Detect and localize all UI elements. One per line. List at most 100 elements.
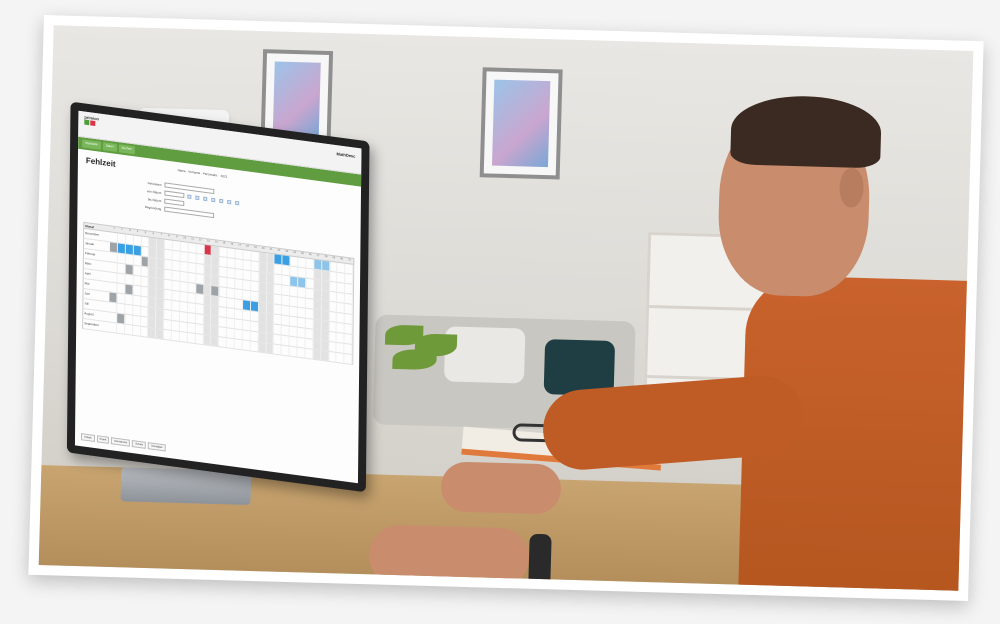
- grid-cell[interactable]: [117, 293, 126, 304]
- grid-cell[interactable]: [274, 254, 283, 265]
- grid-cell[interactable]: [227, 298, 236, 309]
- grid-cell[interactable]: [156, 288, 165, 299]
- grid-cell[interactable]: [305, 328, 314, 339]
- grid-cell[interactable]: [320, 350, 329, 361]
- grid-cell[interactable]: [329, 291, 338, 302]
- grid-cell[interactable]: [180, 261, 189, 272]
- grid-cell[interactable]: [140, 326, 149, 337]
- grid-cell[interactable]: [337, 262, 346, 273]
- grid-cell[interactable]: [258, 312, 267, 323]
- grid-cell[interactable]: [258, 272, 267, 283]
- grid-cell[interactable]: [211, 316, 220, 327]
- grid-cell[interactable]: [195, 293, 204, 305]
- grid-cell[interactable]: [321, 300, 330, 311]
- grid-cell[interactable]: [156, 258, 165, 269]
- grid-cell[interactable]: [234, 339, 243, 350]
- grid-cell[interactable]: [195, 283, 204, 295]
- grid-cell[interactable]: [266, 343, 274, 354]
- bis-datum-input[interactable]: [164, 198, 185, 207]
- grid-cell[interactable]: [297, 347, 306, 358]
- grid-cell[interactable]: [148, 297, 157, 308]
- grid-cell[interactable]: [196, 273, 204, 285]
- grid-cell[interactable]: [226, 338, 235, 349]
- grid-cell[interactable]: [328, 341, 337, 352]
- grid-cell[interactable]: [211, 306, 220, 317]
- nav-daten[interactable]: Daten: [102, 142, 117, 152]
- grid-cell[interactable]: [250, 301, 259, 312]
- grid-cell[interactable]: [274, 274, 283, 285]
- grid-cell[interactable]: [187, 322, 196, 334]
- grid-cell[interactable]: [266, 303, 275, 314]
- grid-cell[interactable]: [298, 257, 307, 268]
- grid-cell[interactable]: [321, 330, 330, 341]
- grid-cell[interactable]: [179, 321, 188, 333]
- grid-cell[interactable]: [133, 285, 141, 296]
- grid-cell[interactable]: [336, 332, 345, 343]
- grid-cell[interactable]: [250, 281, 259, 292]
- grid-cell[interactable]: [345, 293, 354, 304]
- grid-cell[interactable]: [274, 314, 283, 325]
- grid-cell[interactable]: [235, 269, 244, 280]
- grid-cell[interactable]: [235, 299, 243, 310]
- grid-cell[interactable]: [188, 262, 197, 273]
- grid-cell[interactable]: [148, 307, 157, 318]
- grid-cell[interactable]: [204, 244, 213, 255]
- grid-cell[interactable]: [196, 263, 205, 274]
- grid-cell[interactable]: [109, 292, 118, 303]
- grid-cell[interactable]: [117, 273, 126, 284]
- grid-cell[interactable]: [298, 277, 307, 288]
- grid-cell[interactable]: [313, 349, 322, 360]
- grid-cell[interactable]: [336, 322, 345, 333]
- grid-cell[interactable]: [298, 267, 307, 278]
- grid-cell[interactable]: [157, 238, 166, 249]
- grid-cell[interactable]: [329, 321, 338, 332]
- grid-cell[interactable]: [227, 258, 236, 269]
- grid-cell[interactable]: [148, 287, 157, 298]
- grid-cell[interactable]: [297, 337, 306, 348]
- grid-cell[interactable]: [313, 289, 322, 300]
- grid-cell[interactable]: [243, 270, 252, 281]
- grid-cell[interactable]: [226, 318, 235, 329]
- grid-cell[interactable]: [171, 330, 180, 341]
- grid-cell[interactable]: [149, 257, 157, 268]
- grid-cell[interactable]: [234, 309, 243, 320]
- grid-cell[interactable]: [140, 276, 149, 287]
- grid-cell[interactable]: [141, 266, 150, 277]
- grid-cell[interactable]: [117, 253, 126, 264]
- grid-cell[interactable]: [132, 305, 141, 316]
- grid-cell[interactable]: [149, 247, 158, 258]
- grid-cell[interactable]: [211, 336, 220, 347]
- grid-cell[interactable]: [313, 309, 322, 320]
- grid-cell[interactable]: [132, 315, 141, 326]
- grid-cell[interactable]: [211, 276, 220, 287]
- grid-cell[interactable]: [243, 280, 252, 291]
- grid-cell[interactable]: [266, 273, 275, 284]
- grid-cell[interactable]: [163, 329, 172, 340]
- grid-cell[interactable]: [274, 284, 283, 295]
- grid-cell[interactable]: [290, 266, 299, 277]
- grid-cell[interactable]: [133, 245, 142, 256]
- grid-cell[interactable]: [250, 331, 259, 342]
- grid-cell[interactable]: [218, 337, 227, 348]
- grid-cell[interactable]: [148, 277, 157, 288]
- grid-cell[interactable]: [219, 247, 228, 258]
- grid-cell[interactable]: [242, 300, 251, 311]
- grid-cell[interactable]: [226, 328, 235, 339]
- grid-cell[interactable]: [282, 275, 291, 286]
- grid-cell[interactable]: [203, 315, 212, 326]
- grid-cell[interactable]: [124, 304, 133, 315]
- grid-cell[interactable]: [242, 310, 251, 321]
- grid-cell[interactable]: [282, 265, 291, 276]
- grid-cell[interactable]: [117, 313, 125, 324]
- grid-cell[interactable]: [172, 300, 181, 311]
- grid-cell[interactable]: [188, 282, 197, 293]
- grid-cell[interactable]: [172, 310, 180, 321]
- grid-cell[interactable]: [321, 270, 330, 281]
- grid-cell[interactable]: [125, 244, 134, 255]
- grid-cell[interactable]: [282, 315, 290, 326]
- grid-cell[interactable]: [306, 258, 315, 269]
- grid-cell[interactable]: [124, 314, 133, 325]
- grid-cell[interactable]: [172, 290, 181, 301]
- grid-cell[interactable]: [259, 262, 267, 273]
- grid-cell[interactable]: [235, 279, 244, 290]
